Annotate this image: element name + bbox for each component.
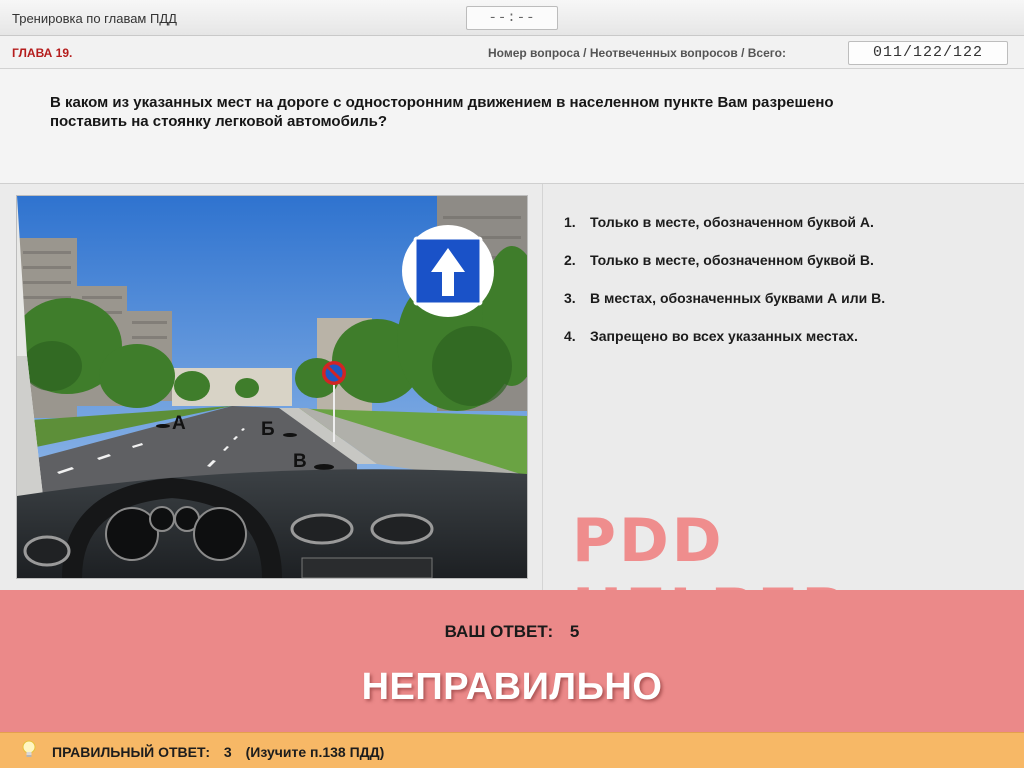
- question-counter: 011/122/122: [848, 41, 1008, 65]
- question-text: В каком из указанных мест на дороге с од…: [50, 94, 834, 130]
- answer-number: 2.: [564, 252, 576, 268]
- correct-answer: ПРАВИЛЬНЫЙ ОТВЕТ: 3 (Изучите п.138 ПДД): [52, 744, 394, 760]
- answer-text: Запрещено во всех указанных местах.: [590, 328, 858, 344]
- answer-option-2[interactable]: 2. Только в месте, обозначенном буквой В…: [564, 252, 1004, 290]
- question-counter-label: Номер вопроса / Неотвеченных вопросов / …: [488, 46, 786, 60]
- answer-number: 3.: [564, 290, 576, 306]
- mark-v: В: [293, 451, 307, 472]
- timer-display: --:--: [466, 6, 558, 30]
- answer-text: В местах, обозначенных буквами А или В.: [590, 290, 886, 306]
- answer-option-1[interactable]: 1. Только в месте, обозначенном буквой А…: [564, 214, 1004, 252]
- question-body: А Б В 1. Только в месте, обозначенном бу…: [0, 184, 1024, 646]
- lightbulb-icon: [22, 740, 36, 757]
- panel-divider: [542, 184, 543, 590]
- answer-number: 1.: [564, 214, 576, 230]
- mark-a: А: [172, 413, 186, 434]
- your-answer-value: 5: [569, 622, 580, 641]
- question-illustration: А Б В: [16, 195, 528, 579]
- verdict-text: НЕПРАВИЛЬНО: [361, 666, 663, 708]
- answer-text: Только в месте, обозначенном буквой В.: [590, 252, 874, 268]
- answer-text: Только в месте, обозначенном буквой А.: [590, 214, 874, 230]
- answer-number: 4.: [564, 328, 576, 344]
- correct-answer-value: 3: [223, 744, 232, 760]
- answer-option-4[interactable]: 4. Запрещено во всех указанных местах.: [564, 328, 1004, 366]
- rule-reference: (Изучите п.138 ПДД): [245, 744, 385, 760]
- correct-answer-label: ПРАВИЛЬНЫЙ ОТВЕТ:: [52, 744, 211, 760]
- result-panel: ВАШ ОТВЕТ: 5 НЕПРАВИЛЬНО: [0, 590, 1024, 732]
- chapter-title: ГЛАВА 19.: [12, 46, 73, 60]
- answer-list: 1. Только в месте, обозначенном буквой А…: [564, 214, 1004, 366]
- chapter-bar: ГЛАВА 19. Номер вопроса / Неотвеченных в…: [0, 36, 1024, 69]
- question-panel: В каком из указанных мест на дороге с од…: [0, 69, 1024, 184]
- pdd-trainer-window: Тренировка по главам ПДД --:-- ГЛАВА 19.…: [0, 0, 1024, 768]
- mode-title: Тренировка по главам ПДД: [12, 11, 177, 26]
- your-answer: ВАШ ОТВЕТ: 5: [0, 622, 1024, 642]
- mark-b: Б: [261, 419, 275, 440]
- your-answer-label: ВАШ ОТВЕТ:: [444, 622, 554, 641]
- answer-option-3[interactable]: 3. В местах, обозначенных буквами А или …: [564, 290, 1004, 328]
- correct-answer-bar: ПРАВИЛЬНЫЙ ОТВЕТ: 3 (Изучите п.138 ПДД): [0, 732, 1024, 768]
- top-bar: Тренировка по главам ПДД --:--: [0, 0, 1024, 36]
- one-way-road-sign-icon: [402, 225, 494, 317]
